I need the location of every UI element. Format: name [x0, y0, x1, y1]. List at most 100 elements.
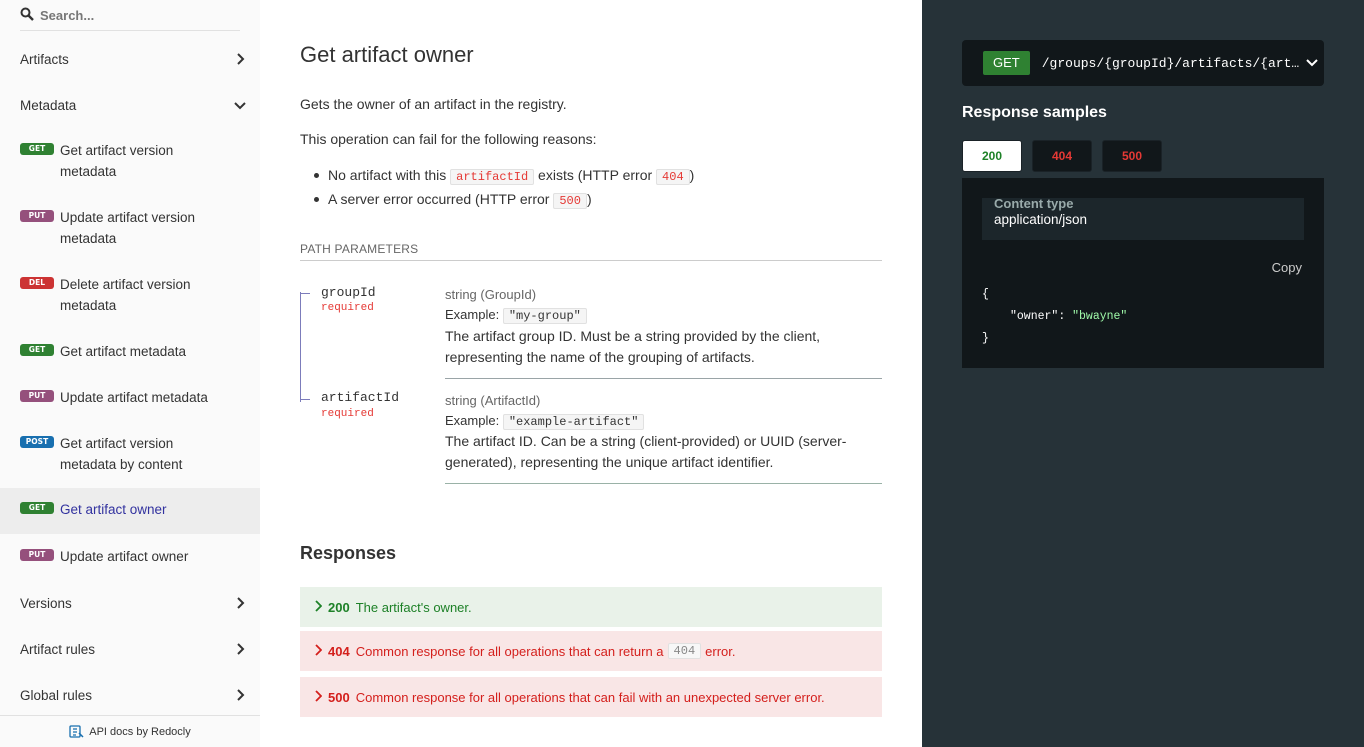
endpoint-path: /groups/{groupId}/artifacts/{artifactId}…	[1041, 55, 1300, 71]
method-badge: PUT	[20, 549, 54, 561]
param-example: Example: "example-artifact"	[445, 413, 645, 430]
chevron-right-icon	[220, 597, 260, 609]
json-sample: { "owner": "bwayne" }	[982, 284, 1127, 350]
param-required: required	[321, 408, 374, 420]
endpoint-selector[interactable]: GET /groups/{groupId}/artifacts/{artifac…	[962, 40, 1324, 86]
reason-text: A server error occurred (HTTP error	[328, 191, 554, 207]
example-value: "example-artifact"	[502, 414, 645, 430]
inline-code: 404	[656, 169, 690, 185]
redocly-footer-link[interactable]: API docs by Redocly	[0, 715, 260, 747]
search-icon	[20, 7, 34, 21]
sidebar-item-get-artifact-version-metadata-by-content[interactable]: POST Get artifact version metadata by co…	[0, 433, 260, 479]
param-name: artifactId	[321, 390, 400, 405]
response-200[interactable]: 200 The artifact's owner.	[300, 587, 882, 627]
tab-200[interactable]: 200	[962, 140, 1022, 172]
response-code: 200	[328, 599, 350, 615]
sidebar-item-update-artifact-version-metadata[interactable]: PUT Update artifact version metadata	[0, 207, 260, 253]
chevron-right-icon	[314, 689, 323, 705]
copy-button[interactable]: Copy	[1272, 260, 1302, 275]
redocly-logo-icon	[69, 724, 85, 740]
sidebar-item-label: Get artifact metadata	[60, 344, 187, 359]
operation-description: Gets the owner of an artifact in the reg…	[300, 96, 567, 112]
reason-text: No artifact with this	[328, 167, 451, 183]
response-text: The artifact's owner.	[355, 599, 472, 615]
param-type: string (ArtifactId)	[445, 393, 541, 408]
method-badge: GET	[20, 502, 54, 514]
param-divider	[445, 483, 882, 484]
page-title: Get artifact owner	[300, 42, 474, 67]
search-box	[20, 0, 240, 31]
chevron-right-icon	[314, 643, 323, 659]
sidebar-section-metadata[interactable]: Metadata	[0, 82, 260, 128]
method-badge: GET	[983, 51, 1030, 75]
response-samples-title: Response samples	[962, 104, 1107, 121]
footer-text: API docs by Redocly	[89, 725, 191, 738]
sidebar-item-label: Get artifact version metadata by content	[60, 436, 183, 472]
sidebar-item-get-artifact-metadata[interactable]: GET Get artifact metadata	[0, 341, 260, 365]
method-badge: PUT	[20, 210, 54, 222]
right-panel: GET /groups/{groupId}/artifacts/{artifac…	[922, 0, 1364, 747]
json-line: "owner": "bwayne"	[982, 306, 1127, 328]
content-type-value: application/json	[994, 212, 1088, 227]
method-badge: DEL	[20, 277, 54, 289]
json-value: "bwayne"	[1072, 310, 1128, 323]
chevron-right-icon	[220, 643, 260, 655]
responses-title: Responses	[300, 543, 397, 563]
list-item: A server error occurred (HTTP error 500)	[314, 188, 694, 212]
sidebar-section-label: Metadata	[20, 97, 77, 113]
sidebar-item-label: Delete artifact version metadata	[60, 277, 191, 313]
sidebar-item-label: Update artifact metadata	[60, 390, 208, 405]
sidebar-item-label: Get artifact version metadata	[60, 143, 174, 179]
sidebar-item-label: Get artifact owner	[60, 502, 167, 517]
sidebar-item-get-artifact-owner[interactable]: GET Get artifact owner	[0, 488, 260, 534]
chevron-right-icon	[314, 599, 323, 615]
search-input[interactable]	[40, 7, 230, 23]
inline-code: 404	[667, 643, 702, 659]
response-text: Common response for all operations that …	[355, 643, 664, 659]
sidebar-item-delete-artifact-version-metadata[interactable]: DEL Delete artifact version metadata	[0, 274, 260, 320]
response-sample-panel: Content type application/json Copy { "ow…	[962, 178, 1324, 368]
tab-404[interactable]: 404	[1032, 140, 1092, 172]
reason-text: )	[586, 191, 592, 207]
json-brace: {	[982, 288, 989, 301]
example-label: Example:	[445, 307, 500, 322]
param-example: Example: "my-group"	[445, 307, 587, 324]
param-required: required	[321, 302, 374, 314]
chevron-down-icon	[1306, 54, 1318, 72]
method-badge: GET	[20, 344, 54, 356]
param-type: string (GroupId)	[445, 287, 537, 302]
response-text: error.	[705, 643, 736, 659]
response-code: 500	[328, 689, 350, 705]
param-description: The artifact ID. Can be a string (client…	[445, 433, 847, 470]
sidebar-section-label: Versions	[20, 595, 72, 611]
sidebar-section-label: Artifact rules	[20, 641, 96, 657]
chevron-right-icon	[220, 53, 260, 65]
param-tree-tick	[300, 399, 310, 400]
response-404[interactable]: 404 Common response for all operations t…	[300, 631, 882, 671]
list-item: No artifact with this artifactId exists …	[314, 164, 694, 188]
json-brace: }	[982, 332, 989, 345]
sidebar-item-update-artifact-owner[interactable]: PUT Update artifact owner	[0, 546, 260, 570]
sidebar-item-get-artifact-version-metadata[interactable]: GET Get artifact version metadata	[0, 140, 260, 186]
sidebar-section-label: Global rules	[20, 687, 93, 703]
param-description: The artifact group ID. Must be a string …	[445, 328, 821, 365]
example-label: Example:	[445, 413, 500, 428]
response-text: Common response for all operations that …	[355, 689, 825, 705]
response-code: 404	[328, 643, 350, 659]
sidebar-section-artifacts[interactable]: Artifacts	[0, 36, 260, 82]
inline-code: artifactId	[450, 169, 535, 185]
sidebar-item-update-artifact-metadata[interactable]: PUT Update artifact metadata	[0, 387, 260, 411]
method-badge: PUT	[20, 390, 54, 402]
param-name: groupId	[321, 285, 376, 300]
sidebar-section-global-rules[interactable]: Global rules	[0, 672, 260, 718]
sidebar-section-versions[interactable]: Versions	[0, 580, 260, 626]
failure-reasons-list: No artifact with this artifactId exists …	[314, 164, 694, 212]
param-tree-tick	[300, 293, 310, 294]
method-badge: POST	[20, 436, 54, 448]
sidebar-section-artifact-rules[interactable]: Artifact rules	[0, 626, 260, 672]
sidebar-item-label: Update artifact version metadata	[60, 210, 196, 246]
param-tree-line	[300, 292, 301, 402]
tab-500[interactable]: 500	[1102, 140, 1162, 172]
sidebar-item-label: Update artifact owner	[60, 549, 189, 564]
response-500[interactable]: 500 Common response for all operations t…	[300, 677, 882, 717]
